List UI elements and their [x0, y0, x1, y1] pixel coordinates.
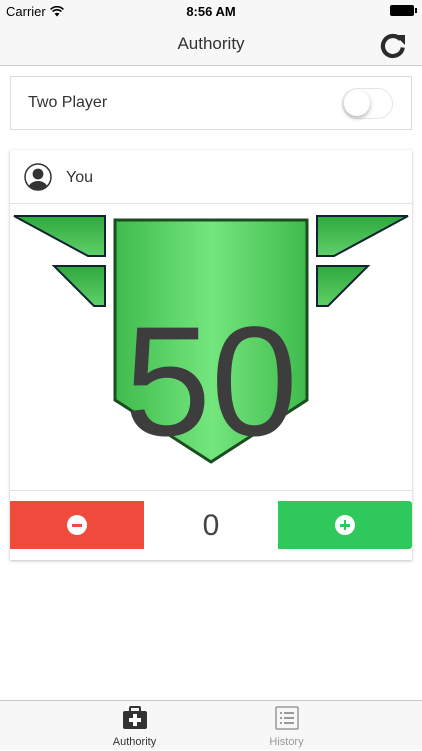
avatar-icon	[24, 163, 52, 191]
increase-button[interactable]	[278, 501, 412, 549]
authority-value: 50	[124, 295, 298, 469]
refresh-icon[interactable]	[378, 30, 408, 60]
battery-icon	[390, 5, 417, 16]
two-player-label: Two Player	[28, 94, 108, 111]
delta-value: 0	[202, 509, 220, 542]
authority-controls: 0	[10, 490, 412, 560]
tab-bar: Authority History	[0, 700, 422, 750]
player-name: You	[66, 169, 93, 186]
plus-circle-icon	[335, 515, 355, 535]
status-bar: Carrier 8:56 AM	[0, 0, 422, 22]
tab-label-history: History	[269, 736, 304, 748]
authority-display: 50	[10, 204, 412, 490]
minus-circle-icon	[67, 515, 87, 535]
nav-bar: Authority	[0, 22, 422, 66]
list-icon	[274, 706, 299, 730]
medkit-icon	[122, 706, 147, 729]
tab-history[interactable]: History	[181, 701, 392, 751]
page-title: Authority	[177, 34, 245, 53]
two-player-row: Two Player	[10, 76, 412, 130]
status-time: 8:56 AM	[186, 4, 236, 19]
player-card: You 50 0	[10, 150, 412, 560]
player-header: You	[10, 150, 412, 204]
two-player-toggle[interactable]	[342, 88, 393, 119]
decrease-button[interactable]	[10, 501, 144, 549]
toggle-knob	[344, 90, 370, 116]
